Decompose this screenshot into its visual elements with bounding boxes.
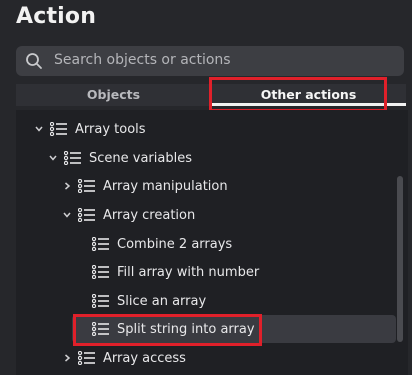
panel-title: Action bbox=[16, 4, 97, 29]
tree-item-combine-2-arrays[interactable]: Combine 2 arrays bbox=[92, 230, 232, 258]
tree-item-array-manipulation[interactable]: Array manipulation bbox=[62, 172, 228, 200]
tree-item-label: Array access bbox=[103, 350, 186, 366]
chevron-right-icon bbox=[65, 182, 71, 190]
tree-item-label: Combine 2 arrays bbox=[117, 236, 233, 252]
tree-item-scene-variables[interactable]: Scene variables bbox=[48, 144, 192, 172]
tab-objects[interactable]: Objects bbox=[16, 84, 211, 106]
tree-item-label: Fill array with number bbox=[117, 264, 260, 280]
chevron-down-icon bbox=[49, 155, 57, 161]
list-icon bbox=[64, 151, 81, 165]
list-icon bbox=[92, 294, 109, 308]
tree-item-label: Array tools bbox=[75, 121, 146, 137]
tree-item-split-string-into-array[interactable]: Split string into array bbox=[72, 315, 396, 343]
tree-item-array-creation[interactable]: Array creation bbox=[62, 201, 195, 229]
list-icon bbox=[78, 179, 95, 193]
tab-bar: Objects Other actions bbox=[16, 84, 406, 108]
tree-item-label: Scene variables bbox=[89, 150, 192, 166]
tree-item-label: Array manipulation bbox=[103, 178, 228, 194]
chevron-down-icon bbox=[63, 212, 71, 218]
tree-scrollbar[interactable] bbox=[397, 176, 403, 342]
list-icon bbox=[92, 322, 109, 336]
tab-other-actions[interactable]: Other actions bbox=[211, 84, 406, 106]
chevron-right-icon bbox=[65, 354, 71, 362]
list-icon bbox=[92, 237, 109, 251]
search-field[interactable]: Search objects or actions bbox=[16, 46, 404, 76]
list-icon bbox=[92, 265, 109, 279]
tree-item-label: Slice an array bbox=[117, 293, 207, 309]
tree-item-array-tools[interactable]: Array tools bbox=[34, 115, 146, 143]
tree-item-fill-array-with-number[interactable]: Fill array with number bbox=[92, 258, 259, 286]
search-placeholder: Search objects or actions bbox=[54, 52, 231, 68]
search-icon bbox=[26, 53, 42, 69]
action-panel: Action Search objects or actions Objects… bbox=[0, 0, 412, 375]
chevron-down-icon bbox=[35, 126, 43, 132]
tree-item-label: Array creation bbox=[103, 207, 196, 223]
tree-item-array-access[interactable]: Array access bbox=[62, 344, 186, 372]
list-icon bbox=[50, 122, 67, 136]
tree-item-label: Split string into array bbox=[117, 321, 255, 337]
list-icon bbox=[78, 351, 95, 365]
tree-item-slice-an-array[interactable]: Slice an array bbox=[92, 287, 206, 315]
list-icon bbox=[78, 208, 95, 222]
